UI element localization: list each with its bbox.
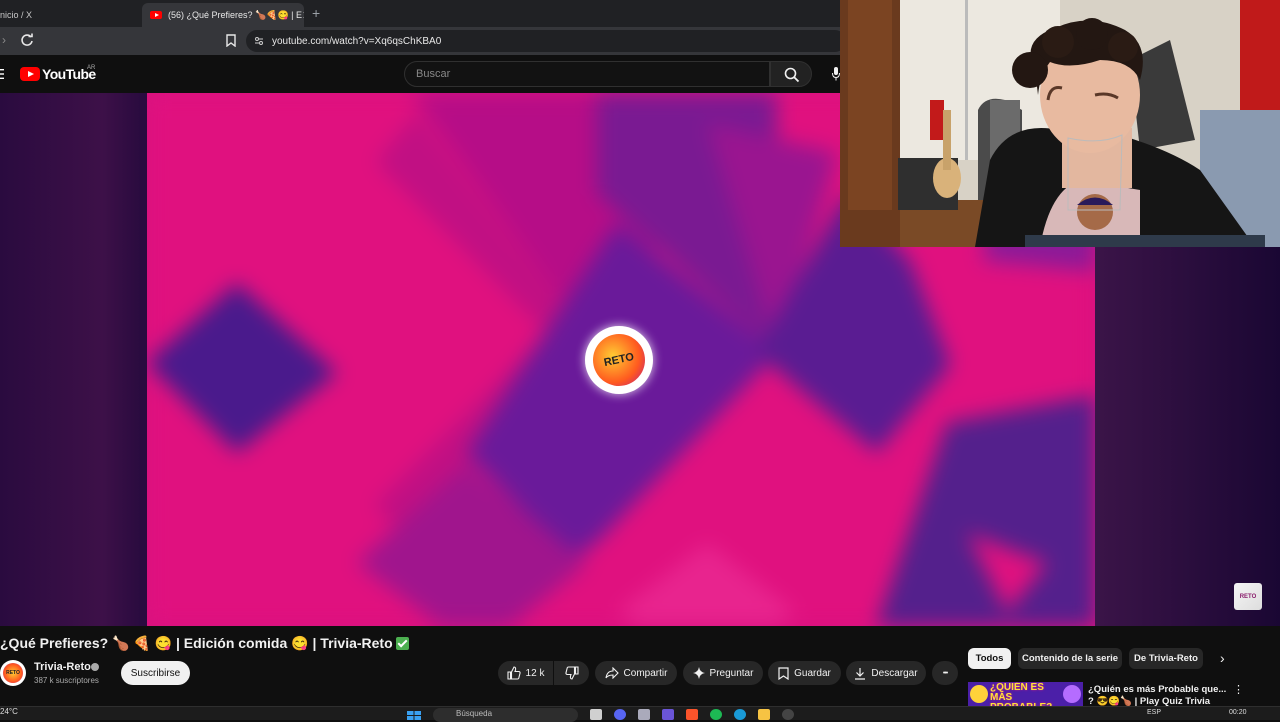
channel-name[interactable]: Trivia-Reto [34, 661, 91, 673]
weather-widget[interactable]: 24°C [0, 707, 18, 716]
more-actions-button[interactable]: ••• [932, 661, 958, 685]
verified-badge-icon [91, 663, 99, 671]
video-title-text: ¿Qué Prefieres? 🍗 🍕 😋 | Edición comida 😋… [0, 635, 393, 651]
browser-tab-x[interactable]: nicio / X [0, 3, 140, 27]
more-vertical-icon[interactable]: ⋮ [1233, 683, 1244, 696]
ask-label: Preguntar [709, 667, 754, 679]
close-tab-icon[interactable]: ✕ [302, 9, 304, 22]
trivia-reto-logo: RETO [585, 326, 653, 394]
player-side-ambient [1095, 247, 1280, 626]
youtube-logo[interactable]: YouTube [20, 66, 96, 82]
language-indicator[interactable]: ESP [1147, 709, 1161, 716]
url-text: youtube.com/watch?v=Xq6qsChKBA0 [272, 35, 442, 47]
menu-icon[interactable] [0, 68, 4, 80]
video-title: ¿Qué Prefieres? 🍗 🍕 😋 | Edición comida 😋… [0, 635, 409, 652]
task-view-icon[interactable] [590, 709, 602, 720]
windows-start-icon[interactable] [407, 711, 421, 720]
address-bar[interactable]: youtube.com/watch?v=Xq6qsChKBA0 [246, 30, 846, 52]
chip-all[interactable]: Todos [968, 648, 1011, 669]
channel-watermark[interactable]: RETO [1234, 583, 1262, 610]
chevron-right-icon[interactable]: › [1220, 650, 1225, 666]
subscriber-count: 387 k suscriptores [34, 676, 99, 685]
tab-title: (56) ¿Qué Prefieres? 🍗🍕😋 | E [168, 9, 302, 20]
share-label: Compartir [623, 667, 668, 679]
search-icon [784, 67, 800, 83]
like-button[interactable]: 12 k [498, 661, 553, 685]
bookmark-save-icon [778, 666, 789, 680]
taskbar-clock[interactable]: 00:20 [1229, 709, 1247, 716]
chip-series-content[interactable]: Contenido de la serie [1018, 648, 1122, 669]
brave-icon[interactable] [686, 709, 698, 720]
channel-avatar[interactable]: RETO [0, 660, 26, 686]
logo-badge: RETO [588, 329, 650, 391]
forward-icon[interactable]: › [2, 33, 6, 47]
edge-icon[interactable] [734, 709, 746, 720]
sparkle-icon [692, 667, 705, 679]
site-info-icon[interactable] [254, 36, 264, 46]
thumbnail-text: ¿QUIÉN ES MÁS PROBABLE? [990, 682, 1052, 707]
bookmark-icon[interactable] [225, 34, 237, 47]
download-icon [855, 667, 866, 680]
share-button[interactable]: Compartir [595, 661, 677, 685]
download-button[interactable]: Descargar [846, 661, 926, 685]
channel-avatar-badge: RETO [3, 663, 23, 683]
spotify-icon[interactable] [710, 709, 722, 720]
check-mark-icon [395, 637, 409, 650]
new-tab-button[interactable]: + [312, 5, 320, 21]
more-icon: ••• [942, 669, 948, 677]
youtube-favicon-icon [150, 11, 162, 19]
file-explorer-icon[interactable] [758, 709, 770, 720]
search-button[interactable] [770, 61, 812, 87]
microphone-icon[interactable] [832, 67, 840, 81]
save-label: Guardar [794, 667, 831, 679]
app-icon[interactable] [638, 709, 650, 720]
share-arrow-icon [605, 667, 619, 679]
subscribe-button[interactable]: Suscribirse [121, 661, 190, 685]
search-input[interactable]: Buscar [404, 61, 770, 87]
ask-button[interactable]: Preguntar [683, 661, 763, 685]
download-label: Descargar [871, 667, 918, 679]
browser-tab-youtube[interactable]: (56) ¿Qué Prefieres? 🍗🍕😋 | E ✕ [142, 3, 304, 27]
thumbs-down-icon [564, 666, 579, 680]
obs-icon[interactable] [782, 709, 794, 720]
chip-from-channel[interactable]: De Trivia-Reto [1129, 648, 1203, 669]
dislike-button[interactable] [554, 661, 589, 685]
tab-title: nicio / X [0, 10, 33, 20]
recommendation-thumbnail[interactable]: ¿QUIÉN ES MÁS PROBABLE? [968, 682, 1083, 706]
country-code: AR [87, 65, 96, 71]
like-count: 12 k [525, 667, 545, 679]
thumbs-up-icon [506, 666, 521, 680]
recommendation-title[interactable]: ¿Quién es más Probable que... ? 😎😋🍗 | Pl… [1088, 684, 1228, 708]
youtube-play-icon [20, 67, 40, 81]
reload-icon[interactable] [20, 33, 34, 47]
webcam-overlay [840, 0, 1280, 247]
app-icon[interactable] [662, 709, 674, 720]
taskbar-apps [590, 709, 794, 720]
save-button[interactable]: Guardar [768, 661, 841, 685]
discord-icon[interactable] [614, 709, 626, 720]
streamer-camera-feed [840, 0, 1280, 247]
